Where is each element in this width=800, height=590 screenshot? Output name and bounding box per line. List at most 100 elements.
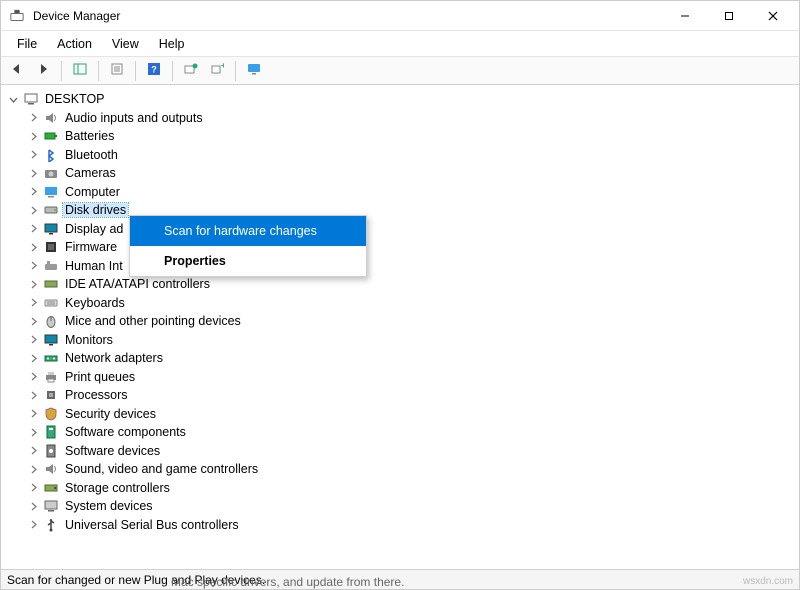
forward-button[interactable] (31, 60, 55, 82)
menu-help[interactable]: Help (149, 34, 195, 54)
expander-closed-icon[interactable] (27, 482, 39, 494)
ctx-scan-hardware[interactable]: Scan for hardware changes (130, 216, 366, 246)
monitor-icon (43, 332, 59, 348)
device-tree[interactable]: DESKTOP Audio inputs and outputsBatterie… (1, 86, 799, 567)
tree-item-label: Batteries (63, 129, 116, 143)
tree-item[interactable]: System devices (7, 497, 799, 516)
computer-icon (43, 184, 59, 200)
expander-closed-icon[interactable] (27, 297, 39, 309)
expander-closed-icon[interactable] (27, 278, 39, 290)
tree-item[interactable]: Computer (7, 183, 799, 202)
tree-item-label: Monitors (63, 333, 115, 347)
expander-closed-icon[interactable] (27, 352, 39, 364)
tree-item[interactable]: Firmware (7, 238, 799, 257)
show-hide-tree-button[interactable] (68, 60, 92, 82)
expander-closed-icon[interactable] (27, 186, 39, 198)
speaker-icon (43, 110, 59, 126)
minimize-button[interactable] (663, 1, 707, 31)
tree-item-label: Network adapters (63, 351, 165, 365)
tree-item[interactable]: Processors (7, 386, 799, 405)
tree-item-label: IDE ATA/ATAPI controllers (63, 277, 212, 291)
sound-icon (43, 461, 59, 477)
menu-file[interactable]: File (7, 34, 47, 54)
expander-closed-icon[interactable] (27, 223, 39, 235)
expander-closed-icon[interactable] (27, 408, 39, 420)
remote-button[interactable] (242, 60, 266, 82)
expander-closed-icon[interactable] (27, 167, 39, 179)
tree-item[interactable]: Human Int (7, 257, 799, 276)
expander-closed-icon[interactable] (27, 149, 39, 161)
expander-closed-icon[interactable] (27, 130, 39, 142)
tree-item-label: System devices (63, 499, 155, 513)
tree-item[interactable]: IDE ATA/ATAPI controllers (7, 275, 799, 294)
menu-view[interactable]: View (102, 34, 149, 54)
console-tree-icon (73, 63, 87, 78)
tree-item-label: Sound, video and game controllers (63, 462, 260, 476)
svg-text:?: ? (151, 65, 157, 75)
expander-closed-icon[interactable] (27, 315, 39, 327)
expander-closed-icon[interactable] (27, 389, 39, 401)
swcomponent-icon (43, 424, 59, 440)
context-menu: Scan for hardware changes Properties (129, 215, 367, 277)
storage-icon (43, 480, 59, 496)
expander-closed-icon[interactable] (27, 204, 39, 216)
network-icon (43, 350, 59, 366)
menubar: File Action View Help (1, 31, 799, 57)
tree-item[interactable]: Network adapters (7, 349, 799, 368)
tree-item[interactable]: Print queues (7, 368, 799, 387)
hid-icon (43, 258, 59, 274)
computer-root-icon (23, 91, 39, 107)
arrow-left-icon (10, 63, 24, 78)
keyboard-icon (43, 295, 59, 311)
properties-button[interactable] (105, 60, 129, 82)
expander-closed-icon[interactable] (27, 112, 39, 124)
tree-item-label: Print queues (63, 370, 137, 384)
ide-icon (43, 276, 59, 292)
printer-icon (43, 369, 59, 385)
ctx-properties[interactable]: Properties (130, 246, 366, 276)
tree-item[interactable]: Keyboards (7, 294, 799, 313)
app-icon (9, 8, 25, 24)
tree-item[interactable]: Mice and other pointing devices (7, 312, 799, 331)
expander-closed-icon[interactable] (27, 334, 39, 346)
tree-item[interactable]: Audio inputs and outputs (7, 109, 799, 128)
window-title: Device Manager (33, 9, 120, 23)
tree-item[interactable]: Cameras (7, 164, 799, 183)
tree-root[interactable]: DESKTOP (7, 90, 799, 109)
expander-closed-icon[interactable] (27, 500, 39, 512)
tree-item[interactable]: Bluetooth (7, 146, 799, 165)
help-button[interactable]: ? (142, 60, 166, 82)
back-button[interactable] (5, 60, 29, 82)
tree-item[interactable]: Universal Serial Bus controllers (7, 516, 799, 535)
tree-item[interactable]: Monitors (7, 331, 799, 350)
expander-closed-icon[interactable] (27, 519, 39, 531)
expander-closed-icon[interactable] (27, 426, 39, 438)
maximize-button[interactable] (707, 1, 751, 31)
watermark: wsxdn.com (743, 576, 793, 587)
scan-icon (184, 63, 198, 78)
tree-item[interactable]: Batteries (7, 127, 799, 146)
tree-item-label: Computer (63, 185, 122, 199)
expander-closed-icon[interactable] (27, 260, 39, 272)
scan-hardware-button[interactable] (179, 60, 203, 82)
tree-item[interactable]: Display ad (7, 220, 799, 239)
battery-icon (43, 128, 59, 144)
tree-item-label: Processors (63, 388, 130, 402)
tree-item[interactable]: Software devices (7, 442, 799, 461)
camera-icon (43, 165, 59, 181)
toolbar-separator (172, 61, 173, 81)
tree-item[interactable]: Storage controllers (7, 479, 799, 498)
menu-action[interactable]: Action (47, 34, 102, 54)
add-legacy-hardware-button[interactable]: + (205, 60, 229, 82)
expander-closed-icon[interactable] (27, 445, 39, 457)
tree-item[interactable]: Disk drives (7, 201, 799, 220)
expander-closed-icon[interactable] (27, 463, 39, 475)
tree-item[interactable]: Sound, video and game controllers (7, 460, 799, 479)
disk-icon (43, 202, 59, 218)
close-button[interactable] (751, 1, 795, 31)
expander-open-icon[interactable] (7, 93, 19, 105)
tree-item[interactable]: Software components (7, 423, 799, 442)
tree-item[interactable]: Security devices (7, 405, 799, 424)
expander-closed-icon[interactable] (27, 241, 39, 253)
expander-closed-icon[interactable] (27, 371, 39, 383)
